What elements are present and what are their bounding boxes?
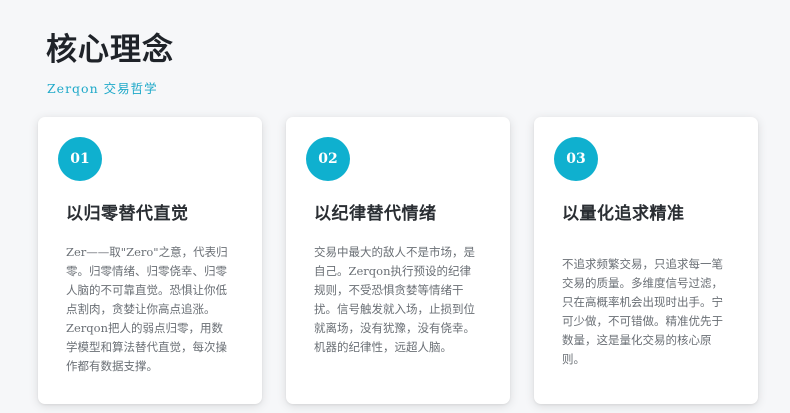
card-title: 以纪律替代情绪 — [314, 204, 437, 224]
page-title: 核心理念 — [46, 32, 174, 68]
principle-card-3: 03 以量化追求精准 不追求频繁交易，只追求每一笔交易的质量。多维度信号过滤，只… — [534, 117, 758, 404]
card-title: 以归零替代直觉 — [66, 204, 189, 224]
card-description: 交易中最大的敌人不是市场，是自己。Zerqon执行预设的纪律规则，不受恐惧贪婪等… — [314, 245, 475, 354]
page: 核心理念 Zerqon 交易哲学 01 以归零替代直觉 Zer——取"Zero"… — [0, 0, 790, 413]
card-description: Zer——取"Zero"之意，代表归零。归零情绪、归零侥幸、归零人脑的不可靠直觉… — [66, 245, 228, 373]
card-number-badge: 01 — [58, 137, 102, 181]
card-number-badge: 03 — [554, 137, 598, 181]
principle-card-1: 01 以归零替代直觉 Zer——取"Zero"之意，代表归零。归零情绪、归零侥幸… — [38, 117, 262, 404]
page-subtitle: Zerqon 交易哲学 — [47, 81, 158, 96]
card-title: 以量化追求精准 — [562, 204, 685, 224]
card-description: 不追求频繁交易，只追求每一笔交易的质量。多维度信号过滤，只在高概率机会出现时出手… — [562, 257, 723, 366]
principle-card-2: 02 以纪律替代情绪 交易中最大的敌人不是市场，是自己。Zerqon执行预设的纪… — [286, 117, 510, 404]
card-number-badge: 02 — [306, 137, 350, 181]
